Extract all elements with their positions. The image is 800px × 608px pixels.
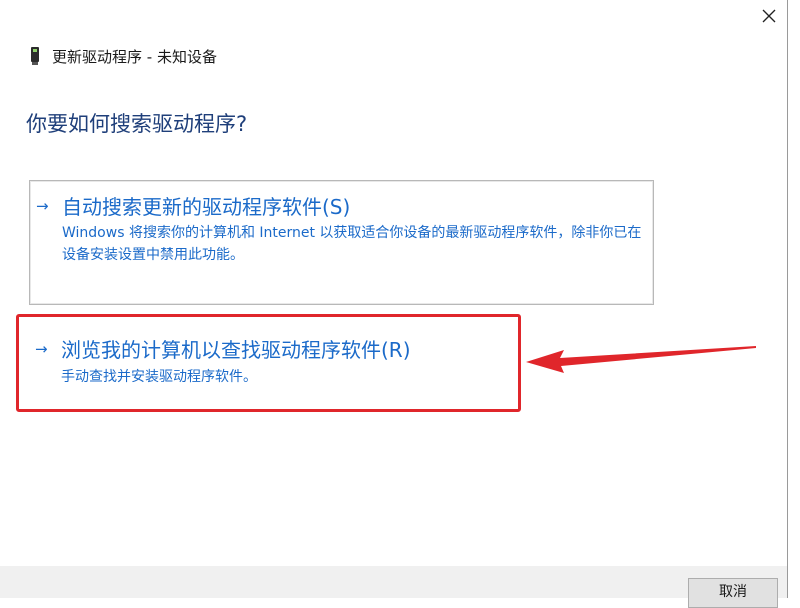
annotation-highlight-box: [16, 314, 521, 412]
option-description: Windows 将搜索你的计算机和 Internet 以获取适合你设备的最新驱动…: [62, 225, 642, 263]
option-title: 自动搜索更新的驱动程序软件(S): [62, 195, 351, 219]
option-title-row: → 自动搜索更新的驱动程序软件(S): [36, 191, 350, 220]
window-right-border: [787, 0, 788, 598]
auto-search-option[interactable]: → 自动搜索更新的驱动程序软件(S) Windows 将搜索你的计算机和 Int…: [29, 180, 654, 305]
device-icon: [28, 46, 42, 66]
dialog-footer: [0, 566, 787, 598]
close-button[interactable]: [752, 0, 786, 32]
update-driver-dialog: 更新驱动程序 - 未知设备 你要如何搜索驱动程序? → 自动搜索更新的驱动程序软…: [0, 0, 800, 608]
window-title: 更新驱动程序 - 未知设备: [52, 47, 217, 66]
arrow-right-icon: →: [36, 196, 49, 215]
annotation-arrow-icon: [526, 346, 756, 373]
page-heading: 你要如何搜索驱动程序?: [26, 112, 248, 136]
close-icon: [762, 9, 776, 23]
title-bar: 更新驱动程序 - 未知设备: [0, 38, 217, 74]
cancel-button[interactable]: 取消: [688, 578, 778, 608]
